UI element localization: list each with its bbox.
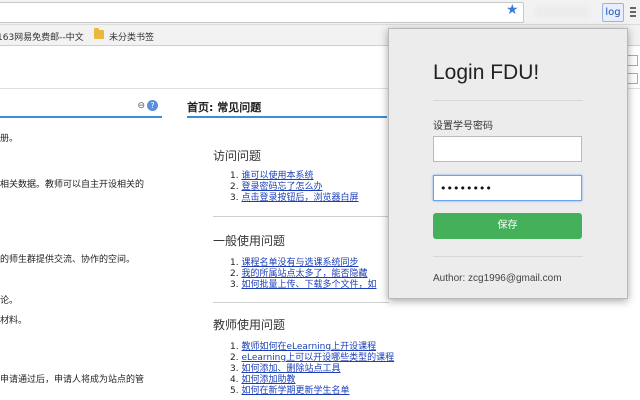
list-item: 1. 教师如何在eLearning上开设课程 (230, 342, 377, 352)
question-list-teacher: 1. 教师如何在eLearning上开设课程 2. eLearning上可以开设… (230, 342, 394, 397)
faq-link[interactable]: 教师如何在eLearning上开设课程 (241, 342, 376, 352)
window-control-icon[interactable] (627, 55, 638, 66)
browser-menu-icon[interactable] (628, 6, 638, 18)
faq-link[interactable]: 登录密码忘了怎么办 (241, 182, 322, 192)
list-item: 2. 登录密码忘了怎么办 (230, 182, 323, 192)
faq-link[interactable]: 如何在新学期更新学生名单 (241, 386, 349, 396)
left-text-line: 论。 (0, 296, 19, 306)
window-control-icon[interactable] (627, 73, 638, 84)
link-icon[interactable]: ⊖ (137, 101, 145, 111)
list-item: 4. 如何添加助教 (230, 375, 296, 385)
faq-link[interactable]: 如何添加、删除站点工具 (241, 364, 340, 374)
left-panel-header: ⊖? (0, 96, 162, 118)
section-heading-teacher: 教师使用问题 (213, 318, 286, 332)
faq-link[interactable]: 点击登录按钮后，浏览器白屏 (241, 193, 358, 203)
extension-popup: Login FDU! 设置学号密码 保存 Author: zcg1996@gma… (388, 28, 628, 299)
list-item: 3. 点击登录按钮后，浏览器白屏 (230, 193, 359, 203)
popup-divider (433, 256, 583, 257)
list-item: 2. 我的所属站点太多了，能否隐藏 (230, 269, 368, 279)
left-text-line: 册。 (0, 134, 19, 144)
list-item: 1. 课程名单没有与选课系统同步 (230, 258, 359, 268)
faq-link[interactable]: 课程名单没有与选课系统同步 (241, 258, 358, 268)
section-divider (213, 302, 389, 303)
author-credit: Author: zcg1996@gmail.com (433, 273, 562, 284)
main-panel-header: 首页: 常见问题 (187, 96, 387, 118)
bookmark-star-icon[interactable]: ★ (506, 2, 519, 18)
browser-window: ★ log 163网易免费邮--中文 未分类书签 ⊖? 册。 相关数据。教师可以… (0, 0, 640, 400)
popup-title: Login FDU! (433, 61, 540, 84)
list-item: 2. eLearning上可以开设哪些类型的课程 (230, 353, 395, 363)
faq-link[interactable]: 如何批量上传、下载多个文件，如 (241, 280, 376, 290)
blurred-extension-icon[interactable] (534, 6, 590, 18)
bookmark-folder-unsorted[interactable]: 未分类书签 (109, 30, 154, 43)
student-id-input[interactable] (433, 136, 582, 162)
page-title: 首页: 常见问题 (187, 101, 262, 114)
left-text-line: 相关数据。教师可以自主开设相关的 (0, 180, 145, 190)
login-fdu-extension-button[interactable]: log (602, 3, 624, 22)
list-item: 3. 如何批量上传、下载多个文件，如 (230, 280, 377, 290)
faq-link[interactable]: 如何添加助教 (241, 375, 295, 385)
credentials-label: 设置学号密码 (433, 121, 493, 132)
password-input[interactable] (433, 175, 582, 201)
list-item: 1. 谁可以使用本系统 (230, 171, 314, 181)
list-item: 5. 如何在新学期更新学生名单 (230, 386, 350, 396)
help-icon[interactable]: ? (147, 100, 158, 111)
browser-toolbar: ★ log (0, 0, 640, 25)
question-list-general: 1. 课程名单没有与选课系统同步 2. 我的所属站点太多了，能否隐藏 3. 如何… (230, 258, 376, 291)
address-bar[interactable] (0, 2, 524, 23)
section-divider (213, 216, 389, 217)
popup-divider (433, 100, 583, 101)
faq-link[interactable]: 谁可以使用本系统 (241, 171, 313, 181)
section-heading-general: 一般使用问题 (213, 234, 286, 248)
faq-link[interactable]: 我的所属站点太多了，能否隐藏 (241, 269, 367, 279)
faq-link[interactable]: eLearning上可以开设哪些类型的课程 (241, 353, 394, 363)
section-heading-access: 访问问题 (213, 149, 262, 163)
question-list-access: 1. 谁可以使用本系统 2. 登录密码忘了怎么办 3. 点击登录按钮后，浏览器白… (230, 171, 358, 204)
bookmark-163-mail[interactable]: 163网易免费邮--中文 (0, 30, 84, 43)
save-button[interactable]: 保存 (433, 213, 582, 239)
left-text-line: 申请通过后，申请人将成为站点的管 (0, 375, 145, 385)
left-text-line: 的师生群提供交流、协作的空间。 (0, 255, 136, 265)
left-text-line: 材料。 (0, 316, 28, 326)
list-item: 3. 如何添加、删除站点工具 (230, 364, 341, 374)
folder-icon (94, 28, 104, 39)
